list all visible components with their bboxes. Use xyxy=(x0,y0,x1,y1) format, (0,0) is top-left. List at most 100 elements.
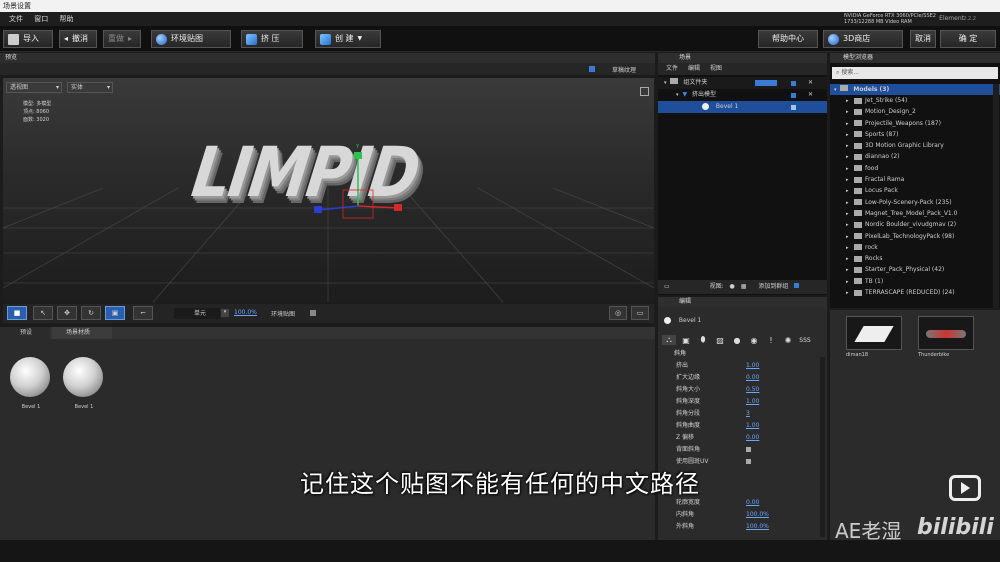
zoom-value[interactable]: 100.0% xyxy=(234,309,257,316)
model-folder-item[interactable]: ▸ Locus Pack xyxy=(830,185,1000,196)
model-folder-item[interactable]: ▸ rock xyxy=(830,242,1000,253)
draft-texture-checkbox[interactable] xyxy=(589,66,595,72)
screen-icon[interactable]: ▭ xyxy=(631,306,649,320)
model-thumbnail[interactable] xyxy=(846,316,902,350)
model-folder-item[interactable]: ▸ Low-Poly-Scenery-Pack (235) xyxy=(830,197,1000,208)
add-to-group-button[interactable]: 添加到群组 xyxy=(758,283,788,290)
model-folder-item[interactable]: ▸ Jet_Strike (54) xyxy=(830,95,1000,106)
model-tree-root[interactable]: ▾ Models (3) xyxy=(830,84,1000,95)
back-bevel-checkbox[interactable] xyxy=(746,447,751,452)
info-tab-icon[interactable]: ! xyxy=(764,336,778,345)
rotate-tool-icon[interactable]: ↻ xyxy=(81,306,101,320)
viewport[interactable]: 透视图 ▾ 实体 ▾ 模型: 多模型 顶点: 8060 面数: 3020 LIMPI… xyxy=(3,78,654,302)
model-folder-item[interactable]: ▸ Fractal Rama xyxy=(830,174,1000,185)
model-folder-item[interactable]: ▸ Nordic Boulder_vivudgmav (2) xyxy=(830,219,1000,230)
pivot-tool-icon[interactable]: ⌐ xyxy=(133,306,153,320)
cube-tab-icon[interactable]: ▣ xyxy=(679,336,693,345)
sphere-tab-icon[interactable]: ● xyxy=(730,336,744,345)
model-folder-item[interactable]: ▸ Projectile_Weapons (187) xyxy=(830,118,1000,129)
scale-tool-icon[interactable]: ▣ xyxy=(105,306,125,320)
transform-gizmo[interactable] xyxy=(303,144,413,234)
model-folder-item[interactable]: ▸ food xyxy=(830,163,1000,174)
close-icon[interactable]: ✕ xyxy=(808,89,813,101)
model-folder-item[interactable]: ▸ diannao (2) xyxy=(830,151,1000,162)
add-folder-icon[interactable]: ▭ xyxy=(664,283,670,290)
environment-map-button[interactable]: 环境贴图 xyxy=(151,30,231,48)
light-tab-icon[interactable]: ✺ xyxy=(781,336,795,345)
scene-menu-file[interactable]: 文件 xyxy=(666,65,678,72)
prop-value[interactable]: 0.00 xyxy=(746,374,759,381)
prop-value[interactable]: 1.00 xyxy=(746,362,759,369)
redo-button[interactable]: 重做 ▸ xyxy=(103,30,141,48)
scene-menu-view[interactable]: 视图 xyxy=(710,65,722,72)
visibility-checkbox[interactable] xyxy=(791,81,796,86)
unit-select[interactable]: 单元 xyxy=(174,308,220,319)
model-folder-item[interactable]: ▸ PixelLab_TechnologyPack (98) xyxy=(830,231,1000,242)
help-center-button[interactable]: 帮助中心 xyxy=(758,30,818,48)
prop-value[interactable]: 0.00 xyxy=(746,434,759,441)
view-select[interactable]: 透视图 ▾ xyxy=(6,82,62,93)
model-tree-scrollbar[interactable] xyxy=(993,84,999,308)
visibility-checkbox[interactable] xyxy=(791,93,796,98)
model-folder-item[interactable]: ▸ Sports (87) xyxy=(830,129,1000,140)
env-map-checkbox[interactable] xyxy=(310,310,316,316)
camera-tool-icon[interactable]: ■ xyxy=(7,306,27,320)
render-tab-icon[interactable]: ◉ xyxy=(747,336,761,345)
menu-file[interactable]: 文件 xyxy=(9,12,23,26)
chevron-down-icon[interactable]: ▾ xyxy=(221,309,229,317)
add-to-group-checkbox[interactable] xyxy=(794,283,800,288)
model-thumbnail[interactable] xyxy=(918,316,974,350)
bevel-tab-icon[interactable]: ⛬ xyxy=(662,335,676,345)
material-preset-ball[interactable] xyxy=(63,357,103,397)
prop-value[interactable]: 100.0% xyxy=(746,523,769,530)
model-folder-item[interactable]: ▸ 3D Motion Graphic Library xyxy=(830,140,1000,151)
model-folder-item[interactable]: ▸ Magnet_Tree_Model_Pack_V1.0 xyxy=(830,208,1000,219)
model-folder-item[interactable]: ▸ TB (1) xyxy=(830,276,1000,287)
prop-value[interactable]: 100.0% xyxy=(746,511,769,518)
texture-tab-icon[interactable]: ▨ xyxy=(713,336,727,345)
undo-button[interactable]: ◂ 撤消 xyxy=(59,30,97,48)
shading-select[interactable]: 实体 ▾ xyxy=(67,82,113,93)
close-icon[interactable]: ✕ xyxy=(808,77,813,89)
model-folder-item[interactable]: ▸ Motion_Design_2 xyxy=(830,106,1000,117)
3d-store-button[interactable]: 3D商店 xyxy=(823,30,903,48)
edit-scrollbar[interactable] xyxy=(820,357,825,537)
extrude-button[interactable]: 挤 压 xyxy=(241,30,303,48)
prop-value[interactable]: 0.00 xyxy=(746,499,759,506)
tab-presets[interactable]: 预设 xyxy=(0,327,50,339)
move-tool-icon[interactable]: ✥ xyxy=(57,306,77,320)
import-button[interactable]: 导入 xyxy=(3,30,53,48)
presets-tabbar: 预设 场景材质 xyxy=(0,327,655,339)
tree-item-bevel[interactable]: Bevel 1 xyxy=(658,101,827,113)
menu-help[interactable]: 帮助 xyxy=(59,12,73,26)
model-folder-item[interactable]: ▸ TERRASCAPE (REDUCED) (24) xyxy=(830,287,1000,298)
sphere-icon[interactable]: ● xyxy=(730,283,735,290)
menu-window[interactable]: 窗口 xyxy=(34,12,48,26)
sss-tab-icon[interactable]: SSS xyxy=(798,337,812,344)
scene-menu: 文件 编辑 视图 xyxy=(658,63,827,75)
prop-value[interactable]: 1.00 xyxy=(746,398,759,405)
cancel-button[interactable]: 取消 xyxy=(910,30,936,48)
model-folder-item[interactable]: ▸ Starter_Pack_Physical (42) xyxy=(830,264,1000,275)
visibility-checkbox[interactable] xyxy=(791,105,796,110)
material-tab-icon[interactable]: ⬮ xyxy=(696,335,710,345)
model-folder-item[interactable]: ▸ Rocks xyxy=(830,253,1000,264)
material-preset-ball[interactable] xyxy=(10,357,50,397)
expand-icon[interactable]: ▸ xyxy=(846,288,852,299)
scene-menu-edit[interactable]: 编辑 xyxy=(688,65,700,72)
globe-icon xyxy=(156,33,167,45)
prop-value[interactable]: 1.00 xyxy=(746,422,759,429)
tab-scene-materials[interactable]: 场景材质 xyxy=(52,327,112,339)
tree-item-group-folder[interactable]: ▾ 组文件夹 ✕ xyxy=(658,77,827,89)
prop-value[interactable]: 3 xyxy=(746,410,750,417)
prop-value[interactable]: 0.50 xyxy=(746,386,759,393)
select-tool-icon[interactable]: ↖ xyxy=(33,306,53,320)
target-icon[interactable]: ◎ xyxy=(609,306,627,320)
model-search-input[interactable]: ⌕ 搜索... xyxy=(832,67,998,79)
ok-button[interactable]: 确 定 xyxy=(940,30,996,48)
grid-icon[interactable]: ▦ xyxy=(741,283,747,290)
group-color-swatch[interactable] xyxy=(755,80,777,86)
maximize-icon[interactable] xyxy=(640,87,649,96)
create-button[interactable]: 创 建 ▼ xyxy=(315,30,381,48)
tree-item-extrude-model[interactable]: ▾ ▼ 挤出模型 ✕ xyxy=(658,89,827,101)
